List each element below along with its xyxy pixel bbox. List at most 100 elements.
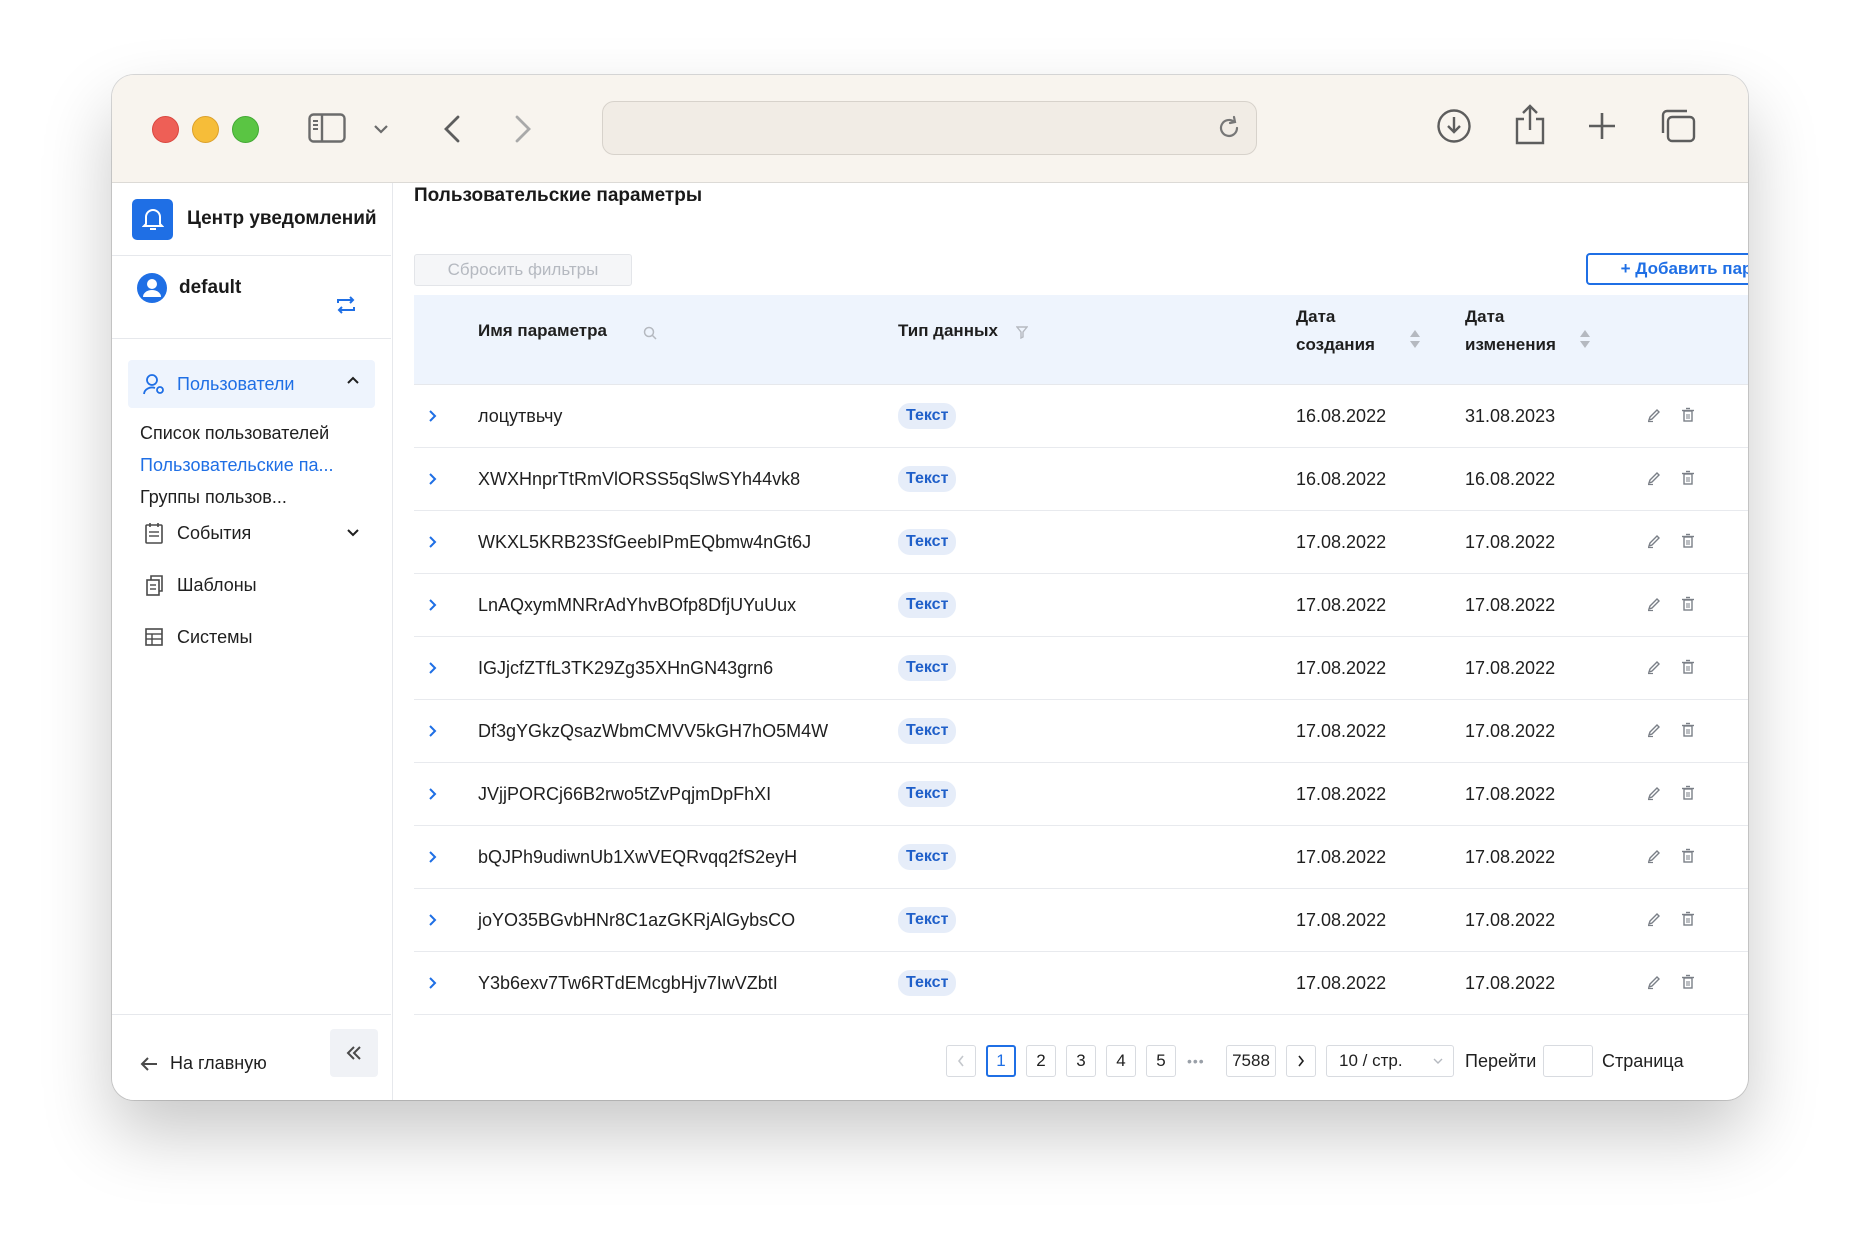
table-row[interactable]: WKXL5KRB23SfGeebIPmEQbmw4nGt6J Текст 17.08… [414, 511, 1748, 574]
table-row[interactable]: joYO35BGvbHNr8C1azGKRjAlGybsCO Текст 17.08… [414, 889, 1748, 952]
user-settings-icon [142, 372, 166, 396]
forward-icon[interactable] [508, 109, 538, 149]
delete-icon[interactable] [1680, 785, 1696, 801]
expand-row-icon[interactable] [428, 700, 437, 762]
edit-icon[interactable] [1646, 911, 1662, 927]
share-icon[interactable] [1510, 101, 1550, 147]
nav-group-users[interactable]: Пользователи [128, 360, 375, 408]
goto-page-input[interactable] [1543, 1045, 1593, 1077]
nav-item-events[interactable]: События [128, 513, 375, 553]
page-size-value: 10 / стр. [1339, 1051, 1403, 1070]
edit-icon[interactable] [1646, 407, 1662, 423]
switch-account-icon[interactable] [335, 295, 357, 320]
new-tab-icon[interactable] [1584, 108, 1620, 144]
created-date: 16.08.2022 [1296, 405, 1387, 426]
subnav-user-params[interactable]: Пользовательские па... [140, 455, 334, 476]
expand-row-icon[interactable] [428, 448, 437, 510]
sort-icon[interactable] [1579, 328, 1591, 350]
expand-row-icon[interactable] [428, 637, 437, 699]
close-window-button[interactable] [152, 116, 179, 143]
table-row[interactable]: JVjjPORCj66B2rwo5tZvPqjmDpFhXI Текст 17.08… [414, 763, 1748, 826]
page-button-2[interactable]: 2 [1026, 1045, 1056, 1077]
table-header: Имя параметра Тип данных Дата создания Д… [414, 295, 1748, 385]
user-name: default [179, 277, 242, 298]
expand-row-icon[interactable] [428, 511, 437, 573]
arrow-left-icon [140, 1056, 157, 1071]
reload-icon[interactable] [1216, 115, 1242, 146]
collapse-sidebar-button[interactable] [330, 1029, 378, 1077]
next-page-button[interactable] [1286, 1045, 1316, 1077]
data-type-tag: Текст [898, 907, 957, 933]
subnav-user-list[interactable]: Список пользователей [140, 423, 329, 444]
nav-item-templates[interactable]: Шаблоны [128, 565, 375, 605]
search-icon[interactable] [643, 326, 657, 340]
edit-icon[interactable] [1646, 596, 1662, 612]
page-size-select[interactable]: 10 / стр. [1326, 1045, 1454, 1077]
expand-row-icon[interactable] [428, 826, 437, 888]
add-parameter-button[interactable]: + Добавить параметр [1586, 253, 1748, 285]
maximize-window-button[interactable] [232, 116, 259, 143]
delete-icon[interactable] [1680, 722, 1696, 738]
home-link[interactable]: На главную [140, 1053, 267, 1074]
modified-date: 31.08.2023 [1465, 405, 1556, 426]
edit-icon[interactable] [1646, 470, 1662, 486]
app-brand[interactable]: Центр уведомлений [132, 197, 377, 241]
download-icon[interactable] [1434, 106, 1474, 146]
browser-toolbar [112, 75, 1748, 183]
user-profile[interactable]: default [137, 273, 241, 303]
page-button-4[interactable]: 4 [1106, 1045, 1136, 1077]
expand-row-icon[interactable] [428, 763, 437, 825]
table-row[interactable]: Y3b6exv7Tw6RTdEMcgbHjv7IwVZbtI Текст 17.08… [414, 952, 1748, 1015]
sidebar-toggle-icon[interactable] [306, 109, 348, 147]
param-name: WKXL5KRB23SfGeebIPmEQbmw4nGt6J [478, 531, 812, 552]
column-header-created-line1: Дата [1296, 307, 1336, 326]
table-row[interactable]: bQJPh9udiwnUb1XwVEQRvqq2fS2eyH Текст 17.08… [414, 826, 1748, 889]
data-type-tag: Текст [898, 781, 957, 807]
subnav-user-groups[interactable]: Группы пользов... [140, 487, 287, 508]
chevron-down-icon[interactable] [370, 119, 392, 139]
delete-icon[interactable] [1680, 470, 1696, 486]
edit-icon[interactable] [1646, 659, 1662, 675]
page-button-last[interactable]: 7588 [1226, 1045, 1276, 1077]
delete-icon[interactable] [1680, 974, 1696, 990]
param-name: bQJPh9udiwnUb1XwVEQRvqq2fS2eyH [478, 846, 798, 867]
table-row[interactable]: LnAQxymMNRrAdYhvBOfp8DfjUYuUux Текст 17.08… [414, 574, 1748, 637]
expand-row-icon[interactable] [428, 574, 437, 636]
chevron-up-icon [347, 376, 359, 384]
edit-icon[interactable] [1646, 848, 1662, 864]
edit-icon[interactable] [1646, 785, 1662, 801]
divider [112, 338, 391, 339]
data-type-cell: Текст [898, 700, 957, 762]
page-button-3[interactable]: 3 [1066, 1045, 1096, 1077]
table-row[interactable]: Df3gYGkzQsazWbmCMVV5kGH7hO5M4W Текст 17.08… [414, 700, 1748, 763]
delete-icon[interactable] [1680, 533, 1696, 549]
page-button-5[interactable]: 5 [1146, 1045, 1176, 1077]
delete-icon[interactable] [1680, 659, 1696, 675]
edit-icon[interactable] [1646, 722, 1662, 738]
data-type-tag: Текст [898, 403, 957, 429]
sort-icon[interactable] [1409, 328, 1421, 350]
expand-row-icon[interactable] [428, 889, 437, 951]
table-row[interactable]: XWXHnprTtRmVlORSS5qSlwSYh44vk8 Текст 16.08… [414, 448, 1748, 511]
reset-filters-button[interactable]: Сбросить фильтры [414, 254, 632, 286]
table-row[interactable]: лоцутвьчу Текст 16.08.2022 31.08.2023 [414, 385, 1748, 448]
expand-row-icon[interactable] [428, 952, 437, 1014]
table-row[interactable]: IGJjcfZTfL3TK29Zg35XHnGN43grn6 Текст 17.08… [414, 637, 1748, 700]
back-icon[interactable] [437, 109, 467, 149]
delete-icon[interactable] [1680, 596, 1696, 612]
filter-icon[interactable] [1016, 326, 1028, 339]
address-bar[interactable] [602, 101, 1257, 155]
edit-icon[interactable] [1646, 533, 1662, 549]
tabs-overview-icon[interactable] [1658, 106, 1698, 146]
delete-icon[interactable] [1680, 407, 1696, 423]
prev-page-button[interactable] [946, 1045, 976, 1077]
column-header-type: Тип данных [898, 321, 998, 340]
pagination-ellipsis[interactable]: ••• [1187, 1045, 1205, 1077]
nav-item-systems[interactable]: Системы [128, 617, 375, 657]
expand-row-icon[interactable] [428, 385, 437, 447]
delete-icon[interactable] [1680, 911, 1696, 927]
minimize-window-button[interactable] [192, 116, 219, 143]
edit-icon[interactable] [1646, 974, 1662, 990]
delete-icon[interactable] [1680, 848, 1696, 864]
page-button-1[interactable]: 1 [986, 1045, 1016, 1077]
